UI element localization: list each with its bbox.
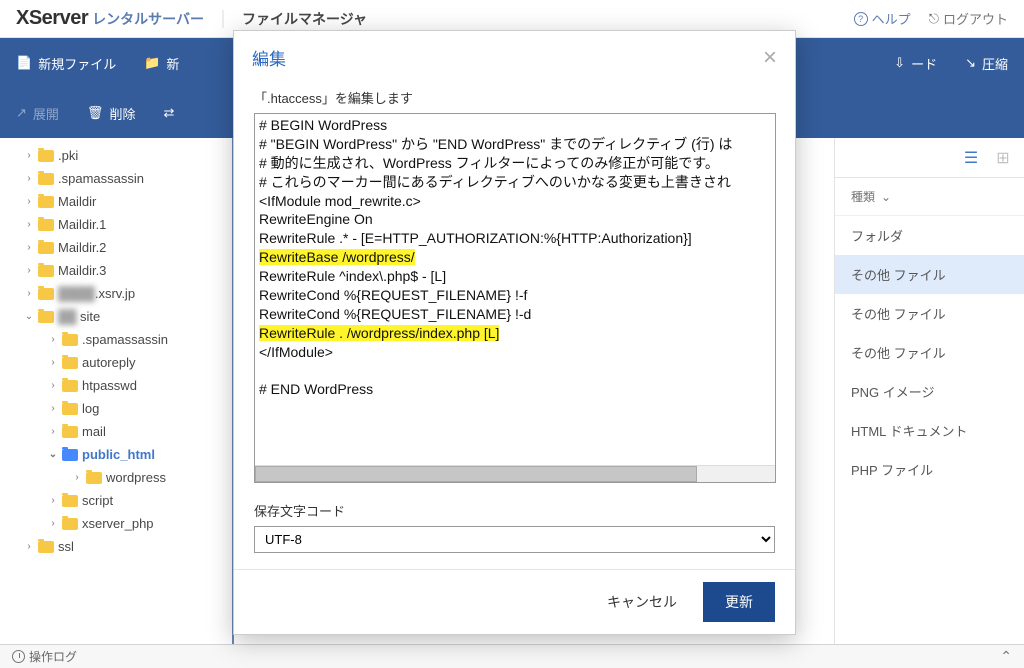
modal-title: 編集	[252, 45, 286, 70]
file-editor[interactable]: # BEGIN WordPress# "BEGIN WordPress" から …	[254, 113, 776, 483]
update-button[interactable]: 更新	[703, 582, 775, 622]
edit-modal: 編集 × 「.htaccess」を編集します # BEGIN WordPress…	[233, 30, 796, 635]
edit-file-label: 「.htaccess」を編集します	[254, 88, 775, 107]
cancel-button[interactable]: キャンセル	[607, 592, 677, 612]
close-icon[interactable]: ×	[763, 46, 777, 70]
encoding-label: 保存文字コード	[254, 501, 775, 520]
encoding-select[interactable]: UTF-8	[254, 526, 775, 553]
horizontal-scrollbar[interactable]	[255, 465, 775, 482]
